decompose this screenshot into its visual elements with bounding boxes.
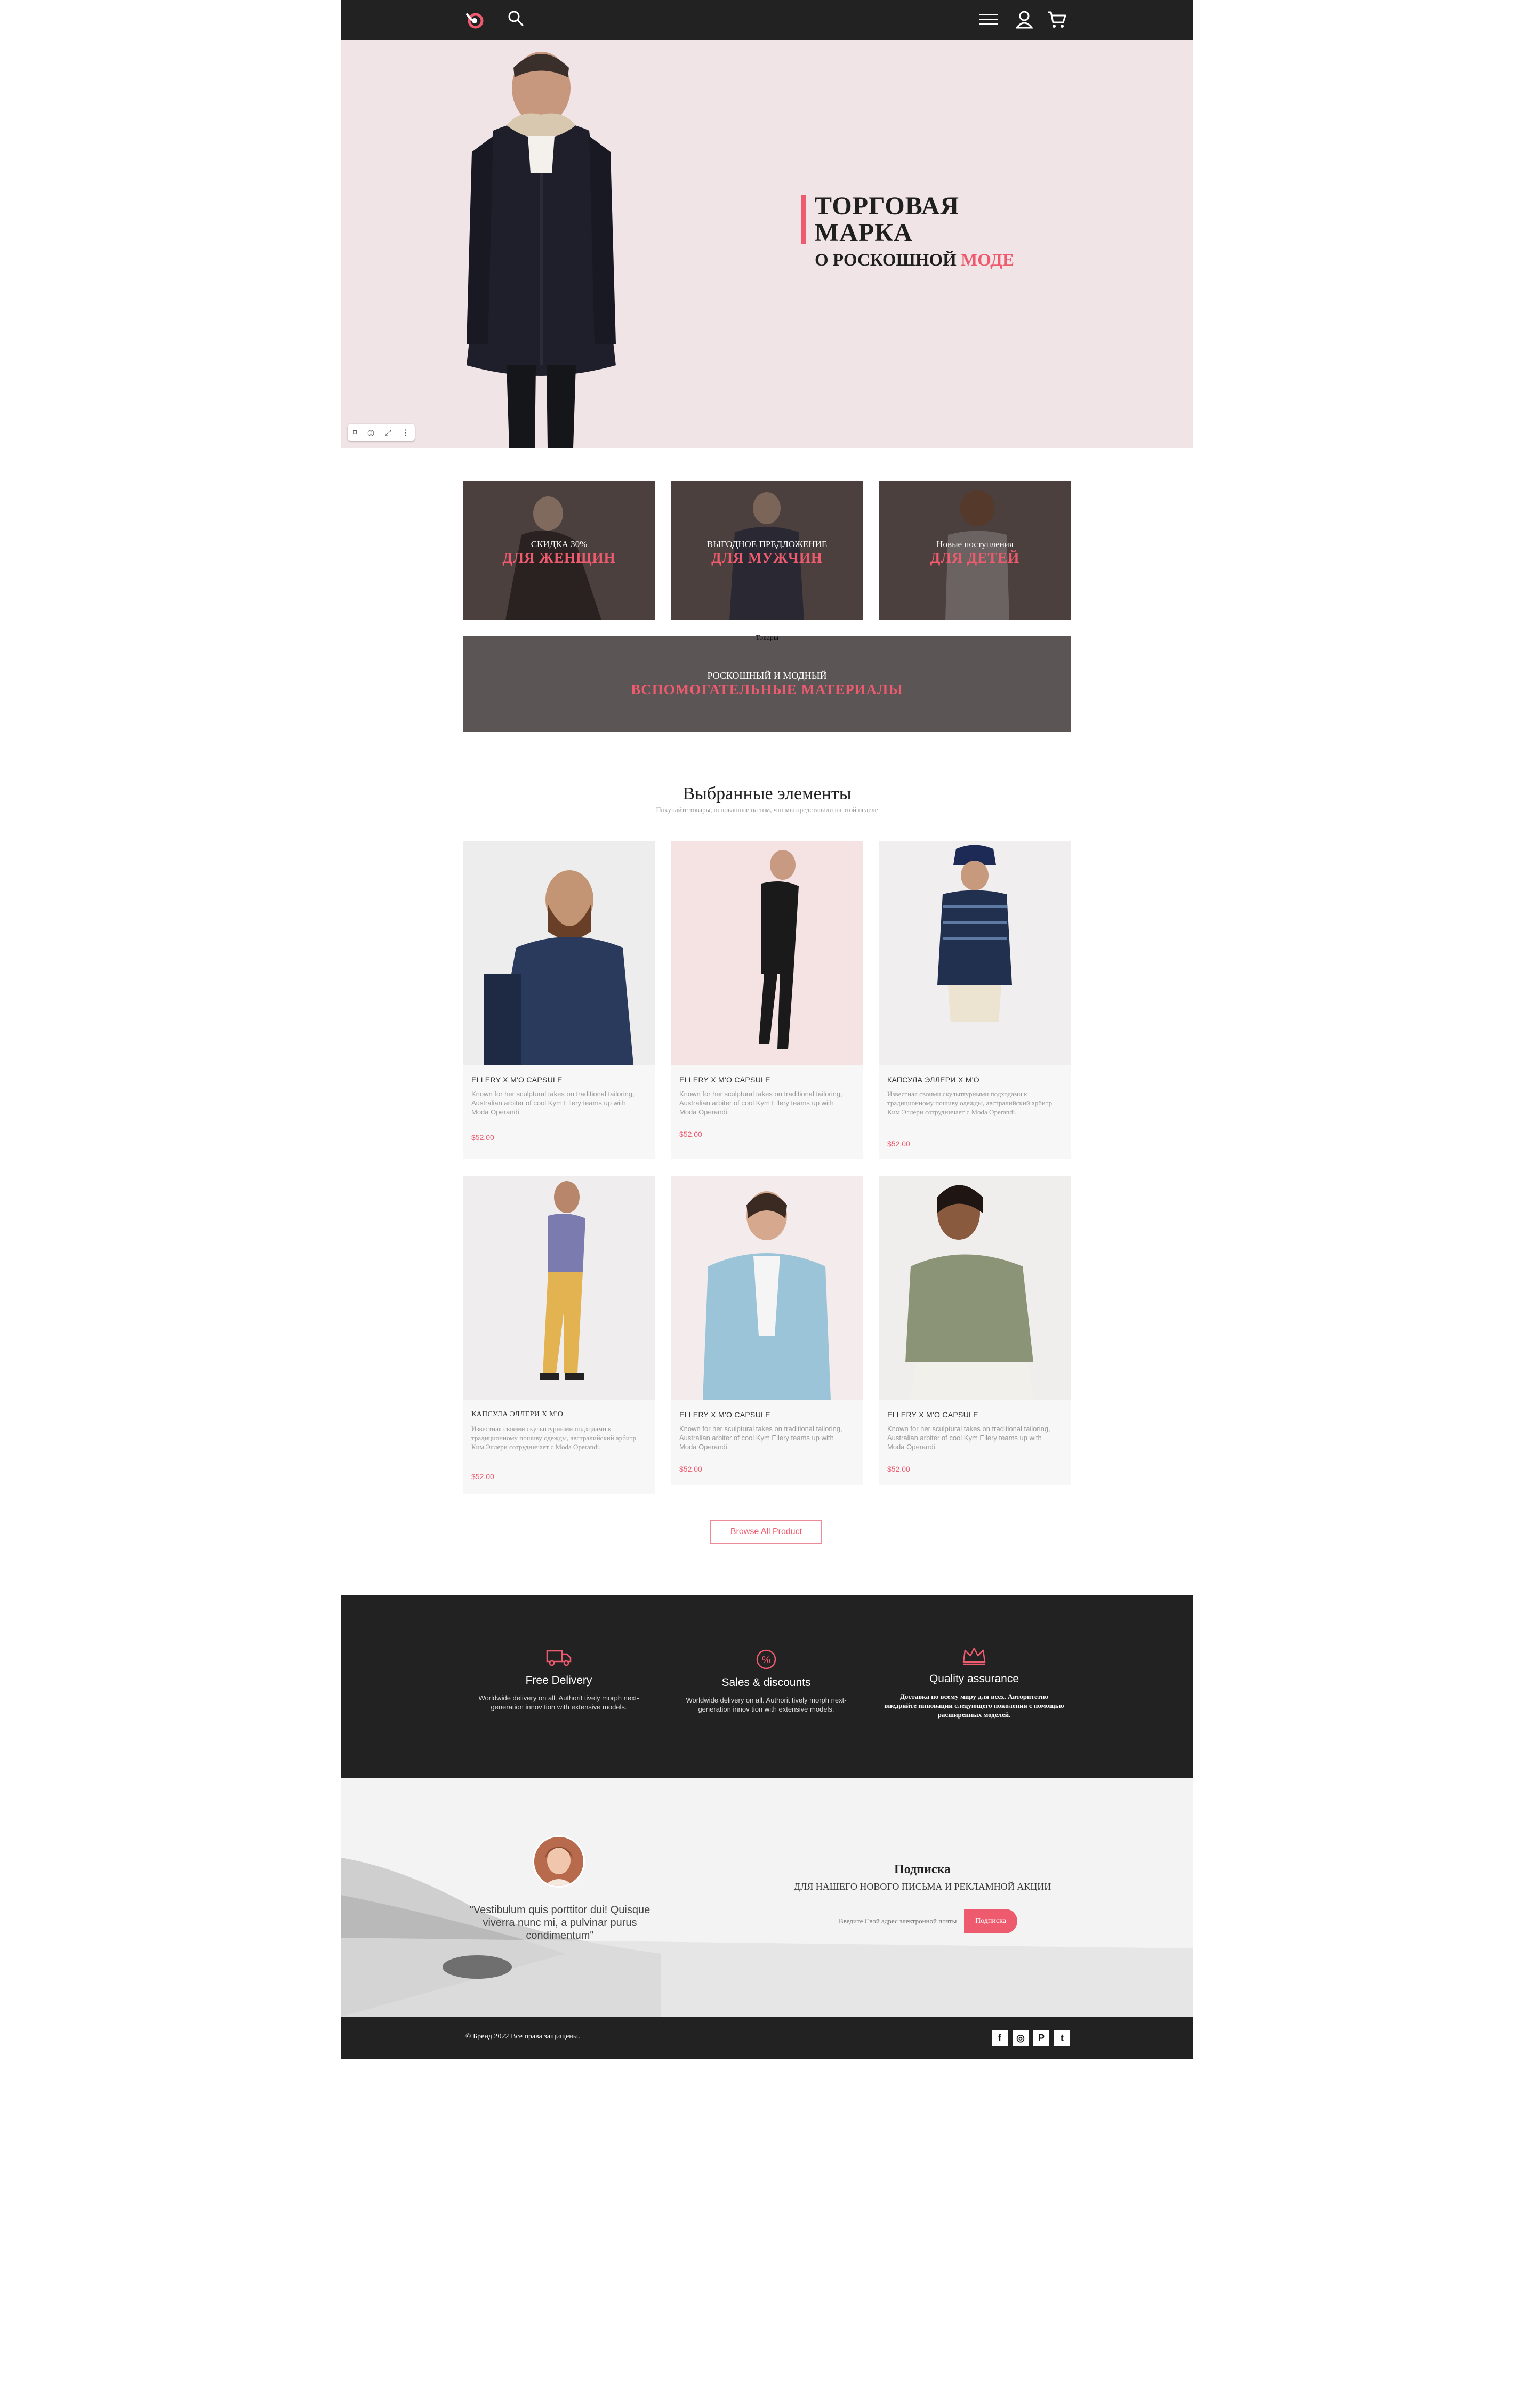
instagram-icon[interactable]: ◎ <box>1013 2030 1029 2046</box>
camera-icon[interactable]: ◎ <box>367 428 374 437</box>
product-image <box>879 1176 1071 1400</box>
product-image <box>463 1176 655 1400</box>
bookmark-icon[interactable]: ⌑ <box>353 428 357 437</box>
feature-title: Quality assurance <box>929 1673 1019 1685</box>
feature-description: Доставка по всему миру для всех. Авторит… <box>884 1692 1064 1719</box>
feature-sales: % Sales & discounts Worldwide delivery o… <box>676 1649 857 1714</box>
product-card[interactable]: КАПСУЛА ЭЛЛЕРИ X M'O Известная своими ск… <box>463 1176 655 1494</box>
avatar-image <box>534 1837 583 1886</box>
expand-icon[interactable]: ⤢ <box>385 428 391 437</box>
hero-title: ТОРГОВАЯ МАРКА <box>815 193 959 246</box>
banner-title: ВСПОМОГАТЕЛЬНЫЕ МАТЕРИАЛЫ <box>631 681 903 697</box>
svg-text:%: % <box>762 1655 770 1665</box>
hero-title-line2: МАРКА <box>815 219 913 247</box>
product-card[interactable]: ELLERY X M'O CAPSULE Known for her sculp… <box>671 1176 863 1485</box>
product-card[interactable]: ELLERY X M'O CAPSULE Known for her sculp… <box>463 841 655 1159</box>
product-name[interactable]: ELLERY X M'O CAPSULE <box>679 1075 770 1084</box>
user-icon[interactable] <box>1016 11 1033 29</box>
testimonial-quote: "Vestibulum quis porttitor dui! Quisque … <box>469 1904 650 1941</box>
feature-title: Free Delivery <box>525 1674 592 1687</box>
discount-icon: % <box>756 1649 776 1669</box>
featured-subtitle: Покупайте товары, основанные на том, что… <box>656 806 878 814</box>
copyright-text: © Бренд 2022 Все права защищены. <box>465 2033 580 2041</box>
product-image <box>671 841 863 1065</box>
product-card[interactable]: КАПСУЛА ЭЛЛЕРИ X M'O Известная своими ск… <box>879 841 1071 1159</box>
promo-tile-men[interactable]: ВЫГОДНОЕ ПРЕДЛОЖЕНИЕ ДЛЯ МУЖЧИН <box>671 481 863 620</box>
feature-description: Worldwide delivery on all. Authorit tive… <box>686 1696 847 1713</box>
product-card[interactable]: ELLERY X M'O CAPSULE Known for her sculp… <box>879 1176 1071 1485</box>
facebook-icon[interactable]: f <box>992 2030 1008 2046</box>
promo-women-caption: СКИДКА 30% <box>531 539 588 549</box>
product-name[interactable]: ELLERY X M'O CAPSULE <box>679 1410 770 1419</box>
more-icon[interactable]: ⋮ <box>401 428 409 437</box>
cart-icon[interactable] <box>1047 11 1066 29</box>
promo-men-caption: ВЫГОДНОЕ ПРЕДЛОЖЕНИЕ <box>706 539 828 549</box>
product-price: $52.00 <box>887 1139 910 1148</box>
product-description: Known for her sculptural takes on tradit… <box>679 1425 842 1451</box>
feature-description: Worldwide delivery on all. Authorit tive… <box>478 1694 639 1711</box>
browse-all-button[interactable]: Browse All Product <box>710 1520 822 1544</box>
twitter-icon[interactable]: t <box>1054 2030 1070 2046</box>
crown-icon <box>962 1647 986 1665</box>
hero-subtitle-prefix: О РОСКОШНОЙ <box>815 251 961 270</box>
truck-icon <box>546 1650 572 1666</box>
product-price: $52.00 <box>471 1472 494 1481</box>
hero-accent-bar <box>801 195 806 244</box>
subscribe-text: ДЛЯ НАШЕГО НОВОГО ПИСЬМА И РЕКЛАМНОЙ АКЦ… <box>793 1881 1051 1892</box>
featured-title: Выбранные элементы <box>682 784 852 804</box>
promo-tile-kids[interactable]: Новые поступления ДЛЯ ДЕТЕЙ <box>879 481 1071 620</box>
image-toolbar: ⌑ ◎ ⤢ ⋮ <box>348 424 415 441</box>
product-image <box>879 841 1071 1065</box>
product-price: $52.00 <box>679 1465 702 1473</box>
product-card[interactable]: ELLERY X M'O CAPSULE Known for her sculp… <box>671 841 863 1159</box>
beach-background-image <box>341 1778 1193 2017</box>
product-description: Known for her sculptural takes on tradit… <box>679 1090 842 1116</box>
banner-tag: Товары <box>755 634 779 642</box>
product-description: Known for her sculptural takes on tradit… <box>887 1425 1050 1451</box>
product-price: $52.00 <box>887 1465 910 1473</box>
feature-title: Sales & discounts <box>721 1676 811 1689</box>
hero-subtitle: О РОСКОШНОЙ МОДЕ <box>815 251 1014 270</box>
product-description: Известная своими скульптурными подходами… <box>471 1425 637 1451</box>
product-image <box>671 1176 863 1400</box>
promo-kids-caption: Новые поступления <box>936 539 1014 549</box>
product-image <box>463 841 655 1065</box>
subscribe-title: Подписка <box>894 1863 951 1876</box>
product-price: $52.00 <box>471 1133 494 1142</box>
promo-men-title: ДЛЯ МУЖЧИН <box>711 550 823 566</box>
menu-icon[interactable] <box>979 13 998 27</box>
email-input[interactable] <box>828 1909 967 1933</box>
hero-model-image <box>467 52 616 448</box>
logo-icon[interactable] <box>464 9 485 30</box>
promo-women-title: ДЛЯ ЖЕНЩИН <box>502 550 616 566</box>
product-description: Известная своими скульптурными подходами… <box>887 1090 1053 1116</box>
product-name[interactable]: ELLERY X M'O CAPSULE <box>887 1410 978 1419</box>
banner-caption: РОСКОШНЫЙ И МОДНЫЙ <box>707 670 827 681</box>
product-price: $52.00 <box>679 1130 702 1138</box>
accessories-banner[interactable]: Товары РОСКОШНЫЙ И МОДНЫЙ ВСПОМОГАТЕЛЬНЫ… <box>463 634 1071 732</box>
product-name[interactable]: ELLERY X M'O CAPSULE <box>471 1075 563 1084</box>
hero-title-line1: ТОРГОВАЯ <box>815 192 960 220</box>
feature-quality: Quality assurance Доставка по всему миру… <box>884 1645 1065 1719</box>
product-name[interactable]: КАПСУЛА ЭЛЛЕРИ X M'O <box>887 1075 979 1084</box>
promo-tile-women[interactable]: СКИДКА 30% ДЛЯ ЖЕНЩИН <box>463 481 655 620</box>
product-description: Known for her sculptural takes on tradit… <box>471 1090 635 1116</box>
hero-banner <box>341 40 1193 448</box>
subscribe-button[interactable]: Подписка <box>964 1909 1017 1933</box>
pinterest-icon[interactable]: P <box>1033 2030 1049 2046</box>
product-name[interactable]: КАПСУЛА ЭЛЛЕРИ X M'O <box>471 1410 563 1419</box>
promo-kids-title: ДЛЯ ДЕТЕЙ <box>930 550 1020 566</box>
testimonial-section <box>341 1778 1193 2017</box>
hero-subtitle-accent: МОДЕ <box>961 251 1014 270</box>
search-icon[interactable] <box>507 10 524 27</box>
feature-free-delivery: Free Delivery Worldwide delivery on all.… <box>468 1647 649 1712</box>
avatar <box>533 1835 585 1888</box>
